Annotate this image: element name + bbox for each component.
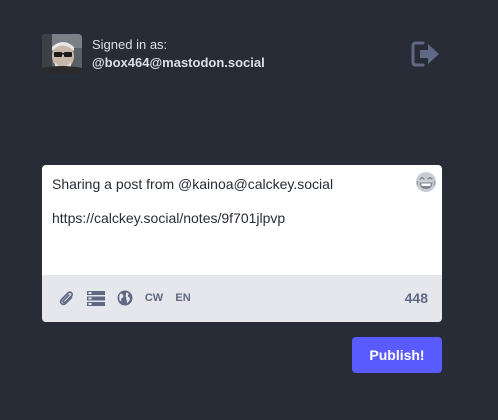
compose-toolbar: CW EN 448 (42, 275, 442, 322)
poll-icon[interactable] (87, 289, 105, 307)
content-warning-label: CW (144, 292, 164, 304)
language-button[interactable]: EN (174, 289, 192, 307)
signed-in-label: Signed in as: (92, 37, 168, 52)
account-handle: @box464@mastodon.social (92, 55, 265, 70)
character-counter: 448 (404, 290, 428, 306)
avatar (42, 34, 82, 74)
avatar-photo (42, 34, 82, 74)
signed-in-account: Signed in as: @box464@mastodon.social (42, 34, 265, 74)
publish-button[interactable]: Publish! (352, 337, 442, 373)
language-label: EN (175, 292, 191, 304)
paperclip-icon[interactable] (58, 289, 76, 307)
content-warning-button[interactable]: CW (144, 289, 164, 307)
post-text-input[interactable]: Sharing a post from @kainoa@calckey.soci… (42, 165, 442, 275)
sign-out-icon[interactable] (411, 40, 441, 68)
compose-form: Sharing a post from @kainoa@calckey.soci… (42, 165, 442, 322)
emoji-grinning-icon[interactable] (415, 171, 437, 193)
globe-icon[interactable] (116, 289, 133, 307)
share-page: Signed in as: @box464@mastodon.social Sh… (0, 0, 498, 420)
